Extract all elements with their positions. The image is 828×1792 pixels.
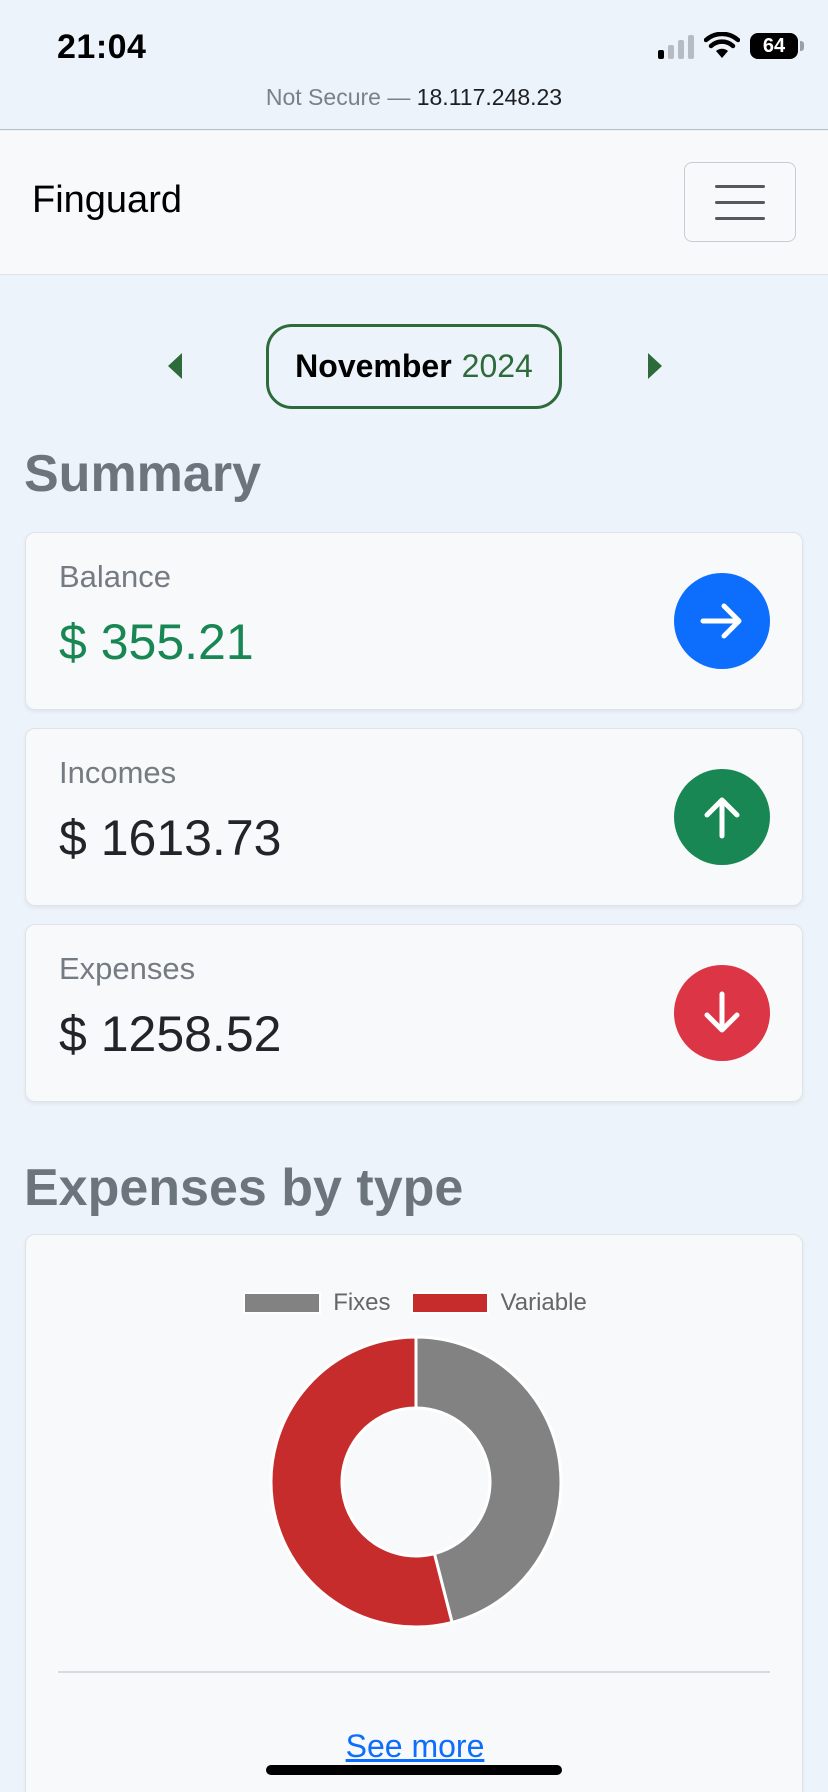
divider bbox=[58, 1671, 770, 1673]
url-security-label: Not Secure — bbox=[265, 84, 411, 110]
status-time: 21:04 bbox=[57, 28, 147, 66]
arrow-down-icon bbox=[704, 991, 740, 1033]
legend-swatch-variable bbox=[410, 1292, 489, 1314]
incomes-details-button[interactable] bbox=[674, 769, 770, 865]
expenses-by-type-title: Expenses by type bbox=[24, 1159, 464, 1217]
hamburger-menu-button[interactable] bbox=[684, 162, 796, 242]
url-bar[interactable]: Not Secure — 18.117.248.23 bbox=[0, 84, 828, 111]
cellular-signal-icon bbox=[658, 33, 694, 59]
expenses-label: Expenses bbox=[59, 951, 196, 986]
legend-item-variable[interactable]: Variable bbox=[410, 1289, 587, 1317]
month-name: November bbox=[295, 348, 452, 384]
balance-value: $ 355.21 bbox=[59, 614, 254, 670]
expenses-doughnut-chart bbox=[269, 1335, 563, 1629]
home-indicator bbox=[266, 1765, 562, 1775]
battery-level: 64 bbox=[762, 34, 786, 57]
see-more-link[interactable]: See more bbox=[26, 1728, 804, 1765]
expenses-value: $ 1258.52 bbox=[59, 1006, 282, 1062]
summary-title: Summary bbox=[24, 445, 261, 503]
incomes-card: Incomes $ 1613.73 bbox=[25, 728, 803, 906]
hamburger-menu-icon bbox=[715, 185, 765, 188]
legend-label-variable: Variable bbox=[500, 1289, 587, 1316]
wifi-icon bbox=[704, 32, 740, 58]
balance-details-button[interactable] bbox=[674, 573, 770, 669]
url-host: 18.117.248.23 bbox=[416, 84, 563, 110]
month-selector: November 2024 bbox=[0, 324, 828, 409]
incomes-label: Incomes bbox=[59, 755, 177, 790]
expenses-chart-card: Fixes Variable See more bbox=[25, 1234, 803, 1792]
legend-label-fixes: Fixes bbox=[333, 1289, 391, 1316]
battery-icon: 64 bbox=[750, 33, 804, 59]
arrow-right-icon bbox=[700, 603, 742, 639]
legend-swatch-fixes bbox=[243, 1292, 322, 1314]
app-screen: 21:04 64 Not Secure — 18.117.248.23 Fing… bbox=[0, 0, 828, 1792]
caret-right-icon[interactable] bbox=[640, 349, 670, 383]
chart-legend: Fixes Variable bbox=[26, 1289, 804, 1317]
arrow-up-icon bbox=[704, 797, 740, 839]
brand-logo[interactable]: Finguard bbox=[32, 179, 182, 222]
navbar: Finguard bbox=[0, 131, 828, 275]
caret-left-icon[interactable] bbox=[160, 349, 190, 383]
legend-item-fixes[interactable]: Fixes bbox=[243, 1289, 391, 1317]
balance-label: Balance bbox=[59, 559, 172, 594]
balance-card: Balance $ 355.21 bbox=[25, 532, 803, 710]
system-icons: 64 bbox=[658, 32, 804, 60]
current-month-badge[interactable]: November 2024 bbox=[266, 324, 562, 409]
expenses-card: Expenses $ 1258.52 bbox=[25, 924, 803, 1102]
status-bar: 21:04 64 Not Secure — 18.117.248.23 bbox=[0, 0, 828, 130]
expenses-details-button[interactable] bbox=[674, 965, 770, 1061]
incomes-value: $ 1613.73 bbox=[59, 810, 282, 866]
month-year: 2024 bbox=[461, 348, 533, 384]
